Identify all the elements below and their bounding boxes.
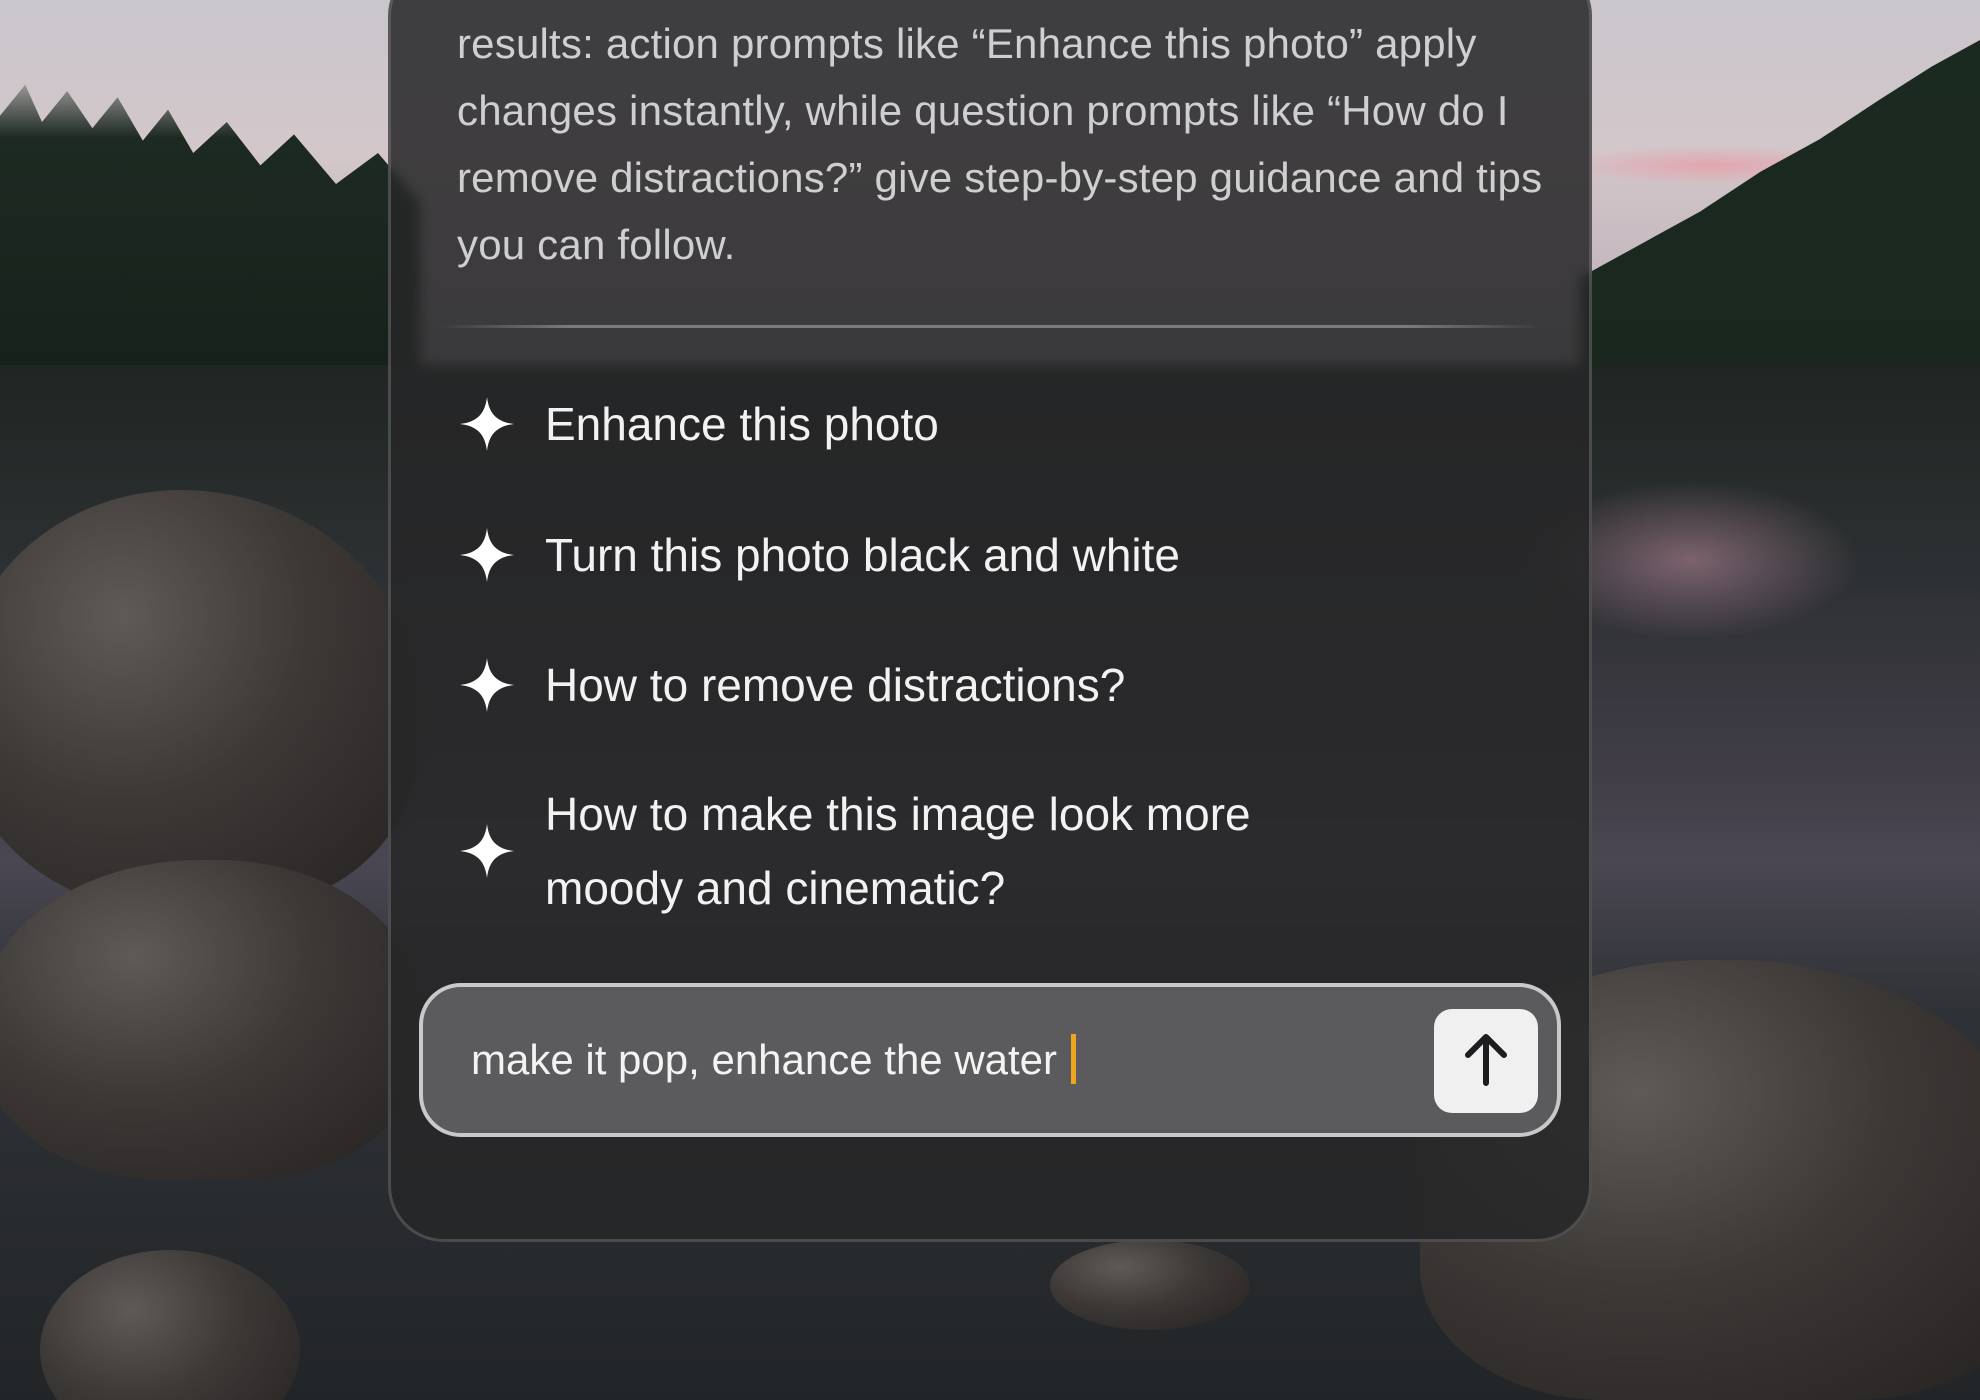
- suggestion-label: How to make this image look more moody a…: [545, 788, 1251, 914]
- suggestion-label: How to remove distractions?: [545, 659, 1126, 711]
- prompt-input-field[interactable]: make it pop, enhance the water: [471, 1033, 1077, 1086]
- screen: results: action prompts like “Enhance th…: [0, 0, 1980, 1400]
- suggestion-label: Turn this photo black and white: [545, 529, 1180, 581]
- suggestion-moody-cinematic[interactable]: How to make this image look more moody a…: [455, 777, 1355, 925]
- prompt-input[interactable]: make it pop, enhance the water: [419, 983, 1561, 1137]
- suggestion-label: Enhance this photo: [545, 398, 939, 450]
- sparkle-icon: [455, 523, 519, 587]
- sparkle-icon: [455, 819, 519, 883]
- text-caret: [1071, 1033, 1077, 1084]
- send-button[interactable]: [1434, 1009, 1538, 1113]
- assistant-intro-text: results: action prompts like “Enhance th…: [457, 20, 1543, 268]
- suggestion-black-and-white[interactable]: Turn this photo black and white: [455, 518, 1355, 592]
- arrow-up-icon: [1460, 1031, 1512, 1092]
- sparkle-icon: [455, 653, 519, 717]
- suggestion-remove-distractions[interactable]: How to remove distractions?: [455, 648, 1355, 722]
- background-rock: [1050, 1240, 1250, 1330]
- background-rock: [0, 860, 420, 1180]
- sparkle-icon: [455, 392, 519, 456]
- prompt-input-value: make it pop, enhance the water: [471, 1036, 1058, 1083]
- divider: [440, 325, 1540, 328]
- suggestion-enhance-photo[interactable]: Enhance this photo: [455, 387, 1355, 461]
